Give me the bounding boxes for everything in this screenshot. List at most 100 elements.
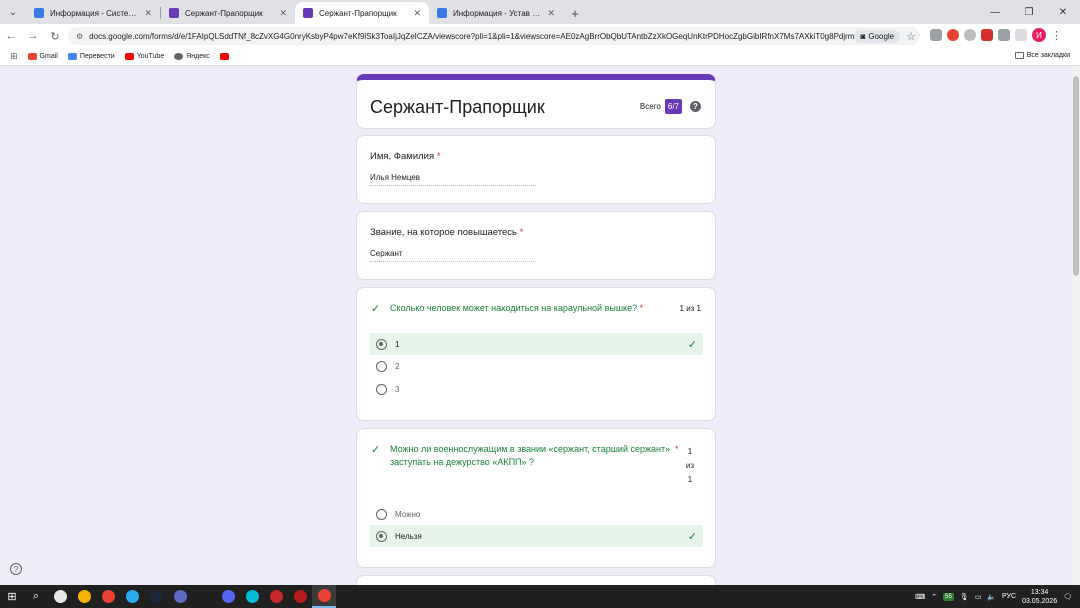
extension-icon[interactable] <box>964 29 976 41</box>
option-row: Можно <box>370 503 703 525</box>
all-bookmarks[interactable]: Все закладки <box>1014 52 1070 59</box>
restore-icon[interactable]: ❐ <box>1012 0 1046 24</box>
close-tab-icon[interactable]: ✕ <box>413 8 421 19</box>
minimize-icon[interactable]: — <box>978 0 1012 24</box>
scrollbar-thumb[interactable] <box>1073 76 1079 276</box>
taskbar-app-icon[interactable] <box>288 585 312 608</box>
windows-taskbar: ⊞ ⌕ ⌨ ⌃ 55 🎙 ▭ 🔈 РУС 13:34 03.05.2026 🗨 <box>0 585 1080 608</box>
close-tab-icon[interactable]: ✕ <box>144 8 152 19</box>
correct-check-icon: ✓ <box>687 338 697 351</box>
search-icon[interactable]: ⌕ <box>24 585 48 608</box>
taskbar-app-icon[interactable] <box>240 585 264 608</box>
taskbar-app-icon[interactable] <box>72 585 96 608</box>
all-bookmarks-label: Все закладки <box>1026 52 1070 59</box>
bookmarks-bar: ⊞ Gmail Перевести YouTube Яндекс Все зак… <box>0 48 1080 66</box>
option-label: 3 <box>395 384 400 394</box>
points-total: 1 <box>687 475 693 484</box>
tab-search-button[interactable]: ⌄ <box>0 0 26 24</box>
help-circle-icon[interactable]: ? <box>10 563 22 575</box>
taskbar-app-icon[interactable] <box>312 585 336 608</box>
reload-icon[interactable]: ↻ <box>44 25 66 47</box>
question-text: Звание, на которое повышаетесь <box>370 227 518 238</box>
option-label: 2 <box>395 361 400 371</box>
tab-title: Информация - Система повышения <box>50 8 139 18</box>
forward-arrow-icon[interactable]: → <box>22 25 44 47</box>
close-tab-icon[interactable]: ✕ <box>279 8 287 19</box>
volume-icon[interactable]: 🔈 <box>987 593 996 601</box>
taskbar-app-icon[interactable] <box>48 585 72 608</box>
browser-toolbar: ← → ↻ ⚙ docs.google.com/forms/d/e/1FAIpQ… <box>0 24 1080 48</box>
app-glyph-icon <box>293 590 307 603</box>
bookmark-label: YouTube <box>136 53 165 60</box>
google-lens-chip[interactable]: ◙ Google <box>854 29 901 43</box>
profile-avatar[interactable]: И <box>1032 28 1046 42</box>
browser-tab-1[interactable]: Информация - Система повышения ✕ <box>26 2 160 24</box>
clock-time: 13:34 <box>1030 588 1049 596</box>
extension-icon[interactable] <box>930 29 942 41</box>
puzzle-icon[interactable] <box>998 29 1010 41</box>
network-icon[interactable]: ▭ <box>975 593 982 601</box>
language-indicator[interactable]: РУС <box>1002 593 1016 600</box>
question-label: Имя, Фамилия * <box>370 151 440 162</box>
close-tab-icon[interactable]: ✕ <box>547 8 555 19</box>
site-info-icon[interactable]: ⚙ <box>76 32 83 41</box>
microphone-icon[interactable]: 🎙 <box>960 593 969 601</box>
tab-title: Сержант-Прапорщик <box>319 8 397 18</box>
app-glyph-icon <box>125 590 139 603</box>
folder-icon <box>1014 52 1024 59</box>
extensions-area: И ⋮ <box>930 28 1062 42</box>
taskbar-app-icon[interactable] <box>168 585 192 608</box>
taskbar-app-icon[interactable] <box>144 585 168 608</box>
keyboard-icon[interactable]: ⌨ <box>915 593 925 601</box>
score-badge: 6/7 <box>664 99 682 114</box>
question-text: Сколько человек может находиться на кара… <box>390 303 638 313</box>
bookmark-star-icon[interactable]: ☆ <box>906 30 916 43</box>
question-card-akpp: ✓ Можно ли военнослужащим в звании «серж… <box>356 428 716 568</box>
bookmark-youtube-2[interactable] <box>219 53 229 60</box>
menu-kebab-icon[interactable]: ⋮ <box>1051 29 1062 42</box>
app-glyph-icon <box>173 590 187 603</box>
bookmark-label: Перевести <box>79 53 115 60</box>
radio-selected-icon <box>376 530 387 542</box>
extension-icon[interactable] <box>947 29 959 41</box>
bookmark-youtube[interactable]: YouTube <box>124 53 165 60</box>
address-bar[interactable]: ⚙ docs.google.com/forms/d/e/1FAIpQLSddTN… <box>68 27 920 45</box>
app-glyph-icon <box>77 590 91 603</box>
docs-favicon-icon <box>34 8 44 18</box>
close-window-icon[interactable]: ✕ <box>1046 0 1080 24</box>
taskbar-app-icon[interactable] <box>192 585 216 608</box>
browser-tab-3-active[interactable]: Сержант-Прапорщик ✕ <box>295 2 429 24</box>
taskbar-app-icon[interactable] <box>96 585 120 608</box>
question-text: Можно ли военнослужащим в звании «сержан… <box>390 444 671 467</box>
apps-grid-icon[interactable]: ⊞ <box>10 51 18 62</box>
question-card-name: Имя, Фамилия * Илья Немцев <box>356 135 716 204</box>
question-label: Звание, на которое повышаетесь * <box>370 227 523 238</box>
url-text[interactable]: docs.google.com/forms/d/e/1FAIpQLSddTNf_… <box>89 32 854 41</box>
bookmark-translate[interactable]: Перевести <box>67 53 115 60</box>
browser-tab-4[interactable]: Информация - Устав Армии | ✕ <box>429 2 563 24</box>
bookmark-gmail[interactable]: Gmail <box>27 53 58 60</box>
points-of: из <box>685 461 695 470</box>
back-arrow-icon[interactable]: ← <box>0 25 22 47</box>
taskbar-app-icon[interactable] <box>120 585 144 608</box>
docs-favicon-icon <box>437 8 447 18</box>
notifications-icon[interactable]: 🗨 <box>1063 593 1072 601</box>
tray-badge[interactable]: 55 <box>943 592 954 601</box>
side-panel-icon[interactable] <box>1015 29 1027 41</box>
clock[interactable]: 13:34 03.05.2026 <box>1022 588 1057 606</box>
browser-tab-2[interactable]: Сержант-Прапорщик ✕ <box>161 2 295 24</box>
option-row-correct: 1 ✓ <box>370 333 703 355</box>
google-chip-label: Google <box>868 31 895 41</box>
question-points: 1 из 1 <box>679 304 701 313</box>
taskbar-app-icon[interactable] <box>216 585 240 608</box>
tray-chevron-icon[interactable]: ⌃ <box>931 593 937 601</box>
taskbar-app-icon[interactable] <box>264 585 288 608</box>
start-windows-icon[interactable]: ⊞ <box>0 585 24 608</box>
score-summary: Всего 6/7 ? <box>640 99 701 114</box>
new-tab-button[interactable]: + <box>563 2 587 24</box>
bookmark-yandex[interactable]: Яндекс <box>174 53 210 60</box>
page-scrollbar[interactable] <box>1072 66 1080 585</box>
extension-icon[interactable] <box>981 29 993 41</box>
help-icon[interactable]: ? <box>690 101 701 112</box>
form-title: Сержант-Прапорщик <box>370 97 545 117</box>
